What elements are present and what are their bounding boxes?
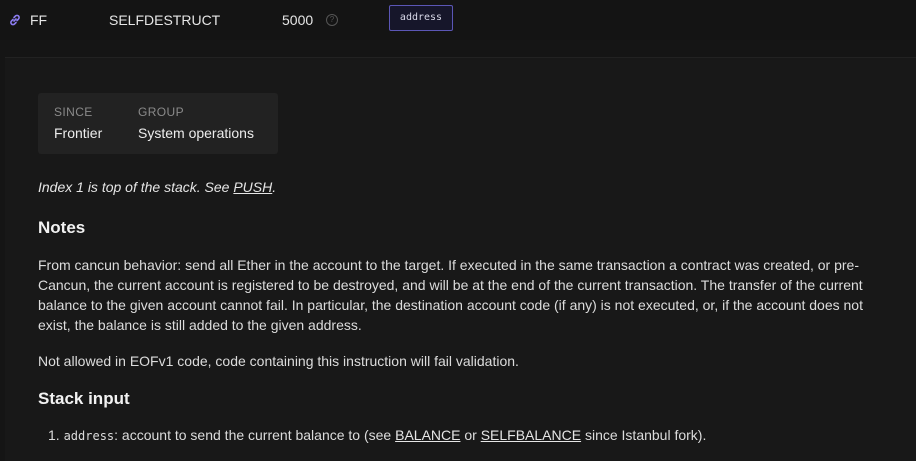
list-number: 1. (48, 427, 60, 443)
push-link[interactable]: PUSH (233, 179, 272, 195)
link-icon[interactable] (8, 13, 22, 27)
stack-input-item: 1. address: account to send the current … (38, 427, 706, 443)
group-value: System operations (138, 125, 254, 141)
balance-link[interactable]: BALANCE (395, 427, 460, 443)
stack-index-note: Index 1 is top of the stack. See PUSH. (38, 179, 276, 195)
since-label: Since (54, 105, 93, 119)
help-icon[interactable]: ? (326, 14, 338, 26)
link-separator: or (460, 427, 481, 443)
notes-paragraph-2: Not allowed in EOFv1 code, code containi… (38, 353, 519, 369)
since-value: Frontier (54, 125, 103, 141)
address-input[interactable]: address (389, 5, 453, 31)
info-card: Since Frontier Group System operations (38, 93, 278, 154)
stack-input-heading: Stack input (38, 389, 130, 408)
gas-value: 5000 (282, 12, 314, 28)
opcode-detail-panel: Since Frontier Group System operations I… (5, 57, 916, 461)
notes-heading: Notes (38, 218, 86, 237)
stack-note-suffix: . (272, 179, 277, 195)
opcode-name: SELFDESTRUCT (109, 12, 221, 28)
stack-note-prefix: Index 1 is top of the stack. See (38, 179, 234, 195)
selfbalance-link[interactable]: SELFBALANCE (481, 427, 581, 443)
group-label: Group (138, 105, 185, 119)
param-suffix: since Istanbul fork). (581, 427, 707, 443)
param-description: : account to send the current balance to… (114, 427, 396, 443)
opcode-row[interactable]: FF SELFDESTRUCT 5000 ? address (0, 0, 916, 40)
notes-paragraph-1: From cancun behavior: send all Ether in … (38, 257, 863, 333)
opcode-value: FF (30, 12, 48, 28)
param-name: address (63, 429, 115, 443)
